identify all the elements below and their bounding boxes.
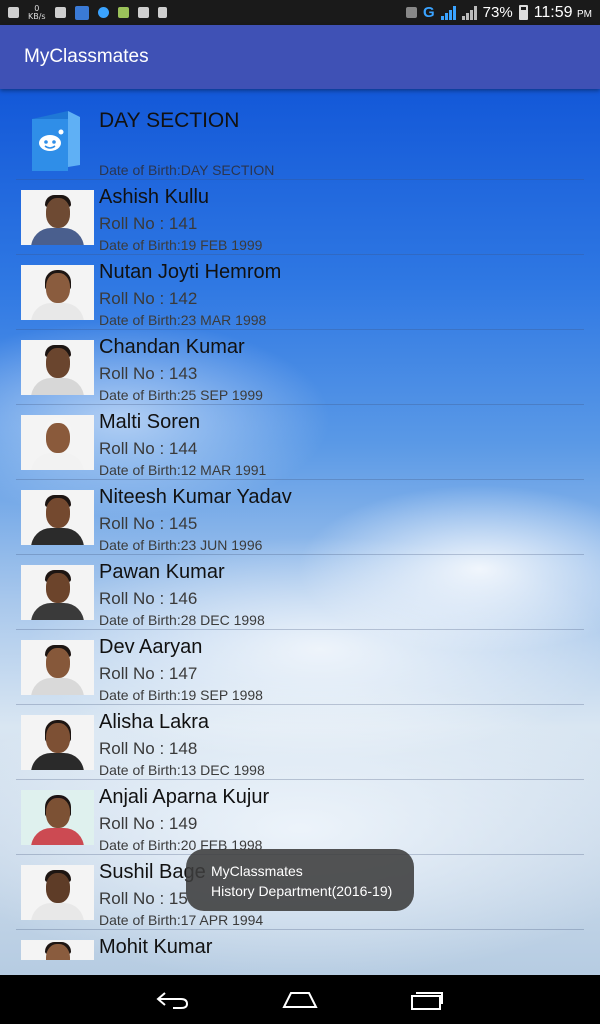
notification-icon <box>8 7 19 18</box>
network-speed: 0 KB/s <box>28 4 46 21</box>
student-row[interactable]: Alisha Lakra Roll No : 148 Date of Birth… <box>16 705 584 780</box>
app-bar: MyClassmates <box>0 25 600 89</box>
student-roll: Roll No : 144 <box>99 439 198 458</box>
status-bar: 0 KB/s G 73% 11:59 PM <box>0 0 600 25</box>
student-name: Anjali Aparna Kujur <box>99 786 270 808</box>
clock: 11:59 PM <box>534 4 592 22</box>
home-button[interactable] <box>270 980 330 1020</box>
back-icon <box>156 991 189 1009</box>
navigation-bar <box>0 975 600 1024</box>
student-photo <box>21 940 94 960</box>
recents-icon <box>410 991 443 1010</box>
student-dob: Date of Birth:23 MAR 1998 <box>99 312 267 328</box>
student-row[interactable]: Dev Aaryan Roll No : 147 Date of Birth:1… <box>16 630 584 705</box>
student-row[interactable]: Malti Soren Roll No : 144 Date of Birth:… <box>16 405 584 480</box>
battery-percent: 73% <box>482 4 513 21</box>
android-icon <box>117 7 129 18</box>
section-dob: Date of Birth:DAY SECTION <box>99 162 275 178</box>
student-row[interactable]: Nutan Joyti Hemrom Roll No : 142 Date of… <box>16 255 584 330</box>
usb-icon <box>54 7 66 18</box>
recents-button[interactable] <box>397 980 457 1020</box>
classmates-list[interactable]: DAY SECTION Date of Birth:DAY SECTION As… <box>16 89 584 975</box>
back-button[interactable] <box>143 980 203 1020</box>
toast-line-2: History Department(2016-19) <box>211 883 393 899</box>
toast-line-1: MyClassmates <box>211 863 303 879</box>
app-title: MyClassmates <box>24 46 149 67</box>
student-name: Alisha Lakra <box>99 711 210 733</box>
student-dob: Date of Birth:25 SEP 1999 <box>99 387 263 403</box>
student-roll: Roll No : 141 <box>99 214 198 233</box>
student-photo <box>21 790 94 845</box>
status-left: 0 KB/s <box>8 4 167 21</box>
student-dob: Date of Birth:19 FEB 1999 <box>99 237 263 253</box>
student-name: Pawan Kumar <box>99 561 225 583</box>
student-dob: Date of Birth:13 DEC 1998 <box>99 762 265 778</box>
student-dob: Date of Birth:23 JUN 1996 <box>99 537 263 553</box>
student-photo <box>21 265 94 320</box>
toast-message: MyClassmates History Department(2016-19) <box>186 849 414 911</box>
student-name: Mohit Kumar <box>99 936 213 958</box>
student-roll: Roll No : 146 <box>99 589 198 608</box>
student-roll: Roll No : 143 <box>99 364 198 383</box>
signal-2-icon <box>461 5 477 20</box>
signal-icon <box>440 5 456 20</box>
status-right: G 73% 11:59 PM <box>405 4 592 22</box>
network-speed-unit: KB/s <box>28 11 46 21</box>
battery-icon <box>518 5 528 20</box>
student-row[interactable]: Anjali Aparna Kujur Roll No : 149 Date o… <box>16 780 584 855</box>
student-row[interactable]: Chandan Kumar Roll No : 143 Date of Birt… <box>16 330 584 405</box>
image-icon <box>137 7 149 18</box>
student-name: Niteesh Kumar Yadav <box>99 486 292 508</box>
student-roll: Roll No : 149 <box>99 814 198 833</box>
student-name: Chandan Kumar <box>99 336 245 358</box>
mute-icon <box>405 7 417 18</box>
student-row[interactable]: Niteesh Kumar Yadav Roll No : 145 Date o… <box>16 480 584 555</box>
section-app-icon <box>32 111 80 171</box>
student-name: Dev Aaryan <box>99 636 203 658</box>
student-dob: Date of Birth:17 APR 1994 <box>99 912 264 928</box>
student-dob: Date of Birth:19 SEP 1998 <box>99 687 263 703</box>
student-photo <box>21 865 94 920</box>
clock-time: 11:59 <box>533 3 573 21</box>
student-name: Ashish Kullu <box>99 186 210 208</box>
network-type: G <box>422 4 435 21</box>
student-roll: Roll No : 15 <box>99 889 188 908</box>
student-row[interactable]: Mohit Kumar <box>16 930 584 975</box>
student-photo <box>21 640 94 695</box>
student-photo <box>21 715 94 770</box>
student-row[interactable]: Ashish Kullu Roll No : 141 Date of Birth… <box>16 180 584 255</box>
student-roll: Roll No : 142 <box>99 289 198 308</box>
student-roll: Roll No : 145 <box>99 514 198 533</box>
student-photo <box>21 340 94 395</box>
wifi-app-icon <box>97 7 109 18</box>
section-header[interactable]: DAY SECTION Date of Birth:DAY SECTION <box>16 89 584 180</box>
student-row[interactable]: Pawan Kumar Roll No : 146 Date of Birth:… <box>16 555 584 630</box>
student-photo <box>21 190 94 245</box>
clock-ampm: PM <box>577 8 592 20</box>
barcode-icon <box>157 7 167 18</box>
student-roll: Roll No : 148 <box>99 739 198 758</box>
student-photo <box>21 565 94 620</box>
student-photo <box>21 415 94 470</box>
student-photo <box>21 490 94 545</box>
home-icon <box>282 991 318 1008</box>
student-name: Nutan Joyti Hemrom <box>99 261 282 283</box>
student-name: Malti Soren <box>99 411 201 433</box>
student-roll: Roll No : 147 <box>99 664 198 683</box>
app-notification-icon <box>74 5 89 20</box>
section-title: DAY SECTION <box>99 109 240 132</box>
student-dob: Date of Birth:28 DEC 1998 <box>99 612 265 628</box>
content-area[interactable]: DAY SECTION Date of Birth:DAY SECTION As… <box>0 89 600 975</box>
student-dob: Date of Birth:12 MAR 1991 <box>99 462 267 478</box>
